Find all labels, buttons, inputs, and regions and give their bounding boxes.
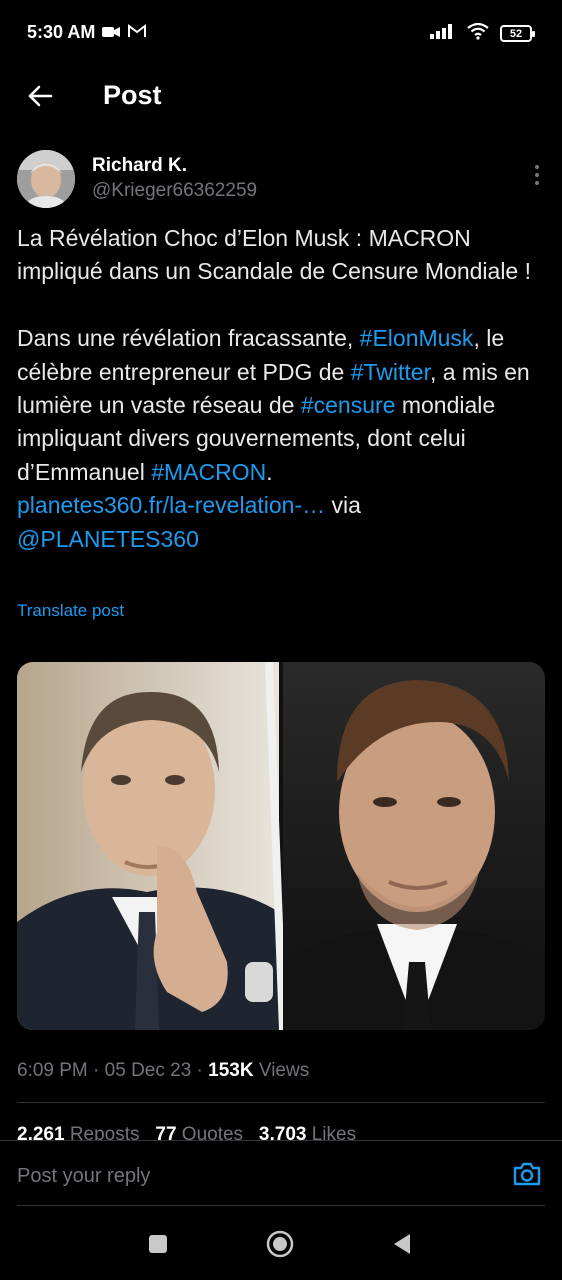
status-system-icons: 52 [430,22,535,45]
status-time: 5:30 AM [27,22,96,42]
translate-post-link[interactable]: Translate post [17,601,124,621]
app-header: Post [0,64,562,128]
likes-stat[interactable]: 3,703 Likes [259,1124,356,1140]
wifi-icon [466,22,490,45]
reposts-stat[interactable]: 2,261 Reposts [17,1124,140,1140]
mention-planetes360[interactable]: @PLANETES360 [17,526,199,552]
hashtag-twitter[interactable]: #Twitter [351,359,430,385]
post-stats: 2,261 Reposts 77 Quotes 3,703 Likes [17,1122,545,1140]
battery-indicator: 52 [500,25,535,42]
author-row: Richard K. @Krieger66362259 [17,150,547,210]
square-icon [149,1235,167,1253]
via-text: via [325,492,361,519]
divider [17,1102,545,1103]
camera-button[interactable] [512,1161,544,1189]
more-dot-icon [535,181,539,185]
status-bar: 5:30 AM 52 [0,0,562,64]
more-dot-icon [535,165,539,169]
post-time: 6:09 PM [17,1060,88,1081]
arrow-left-icon [28,85,53,107]
tweet-headline: La Révélation Choc d’Elon Musk : MACRON … [17,225,531,285]
back-nav-button[interactable] [386,1228,418,1260]
likes-label: Likes [306,1124,357,1140]
reply-input[interactable]: Post your reply [17,1165,150,1188]
quotes-label: Quotes [176,1124,244,1140]
views-count: 153K [208,1060,254,1081]
page-title: Post [103,80,162,110]
home-button[interactable] [264,1228,296,1260]
status-notification-icons [102,24,146,43]
views-label: Views [253,1060,310,1081]
video-camera-icon [102,25,120,43]
camera-icon [513,1162,541,1186]
separator: · [87,1060,105,1081]
quotes-stat[interactable]: 77 Quotes [155,1124,243,1140]
reposts-label: Reposts [64,1124,140,1140]
circle-icon [266,1230,294,1258]
article-link[interactable]: planetes360.fr/la-revelation-… [17,492,325,518]
system-nav-bar [0,1206,562,1280]
more-options-button[interactable] [527,160,547,190]
author-name[interactable]: Richard K. [92,155,187,177]
reposts-count: 2,261 [17,1124,65,1140]
quotes-count: 77 [155,1124,177,1140]
hashtag-elonmusk[interactable]: #ElonMusk [360,325,474,351]
separator: · [191,1060,209,1081]
back-button[interactable] [20,78,60,114]
more-dot-icon [535,173,539,177]
body-text: Dans une révélation fracassante, [17,325,360,352]
tweet-text: La Révélation Choc d’Elon Musk : MACRON … [17,222,547,556]
avatar[interactable] [17,150,75,208]
signal-icon [430,23,456,44]
triangle-back-icon [394,1234,410,1254]
body-text: . [266,458,273,485]
hashtag-censure[interactable]: #censure [301,392,396,418]
post-date: 05 Dec 23 [104,1060,192,1081]
recents-button[interactable] [142,1228,174,1260]
reply-bar: Post your reply [0,1140,562,1206]
tweet-image[interactable] [17,662,545,1030]
hashtag-macron[interactable]: #MACRON [151,459,266,485]
likes-count: 3,703 [258,1124,307,1140]
author-handle[interactable]: @Krieger66362259 [92,180,257,202]
tweet-body: Dans une révélation fracassante, #ElonMu… [17,322,547,556]
gmail-icon [128,24,146,43]
post-meta: 6:09 PM · 05 Dec 23 · 153K Views [17,1060,309,1082]
